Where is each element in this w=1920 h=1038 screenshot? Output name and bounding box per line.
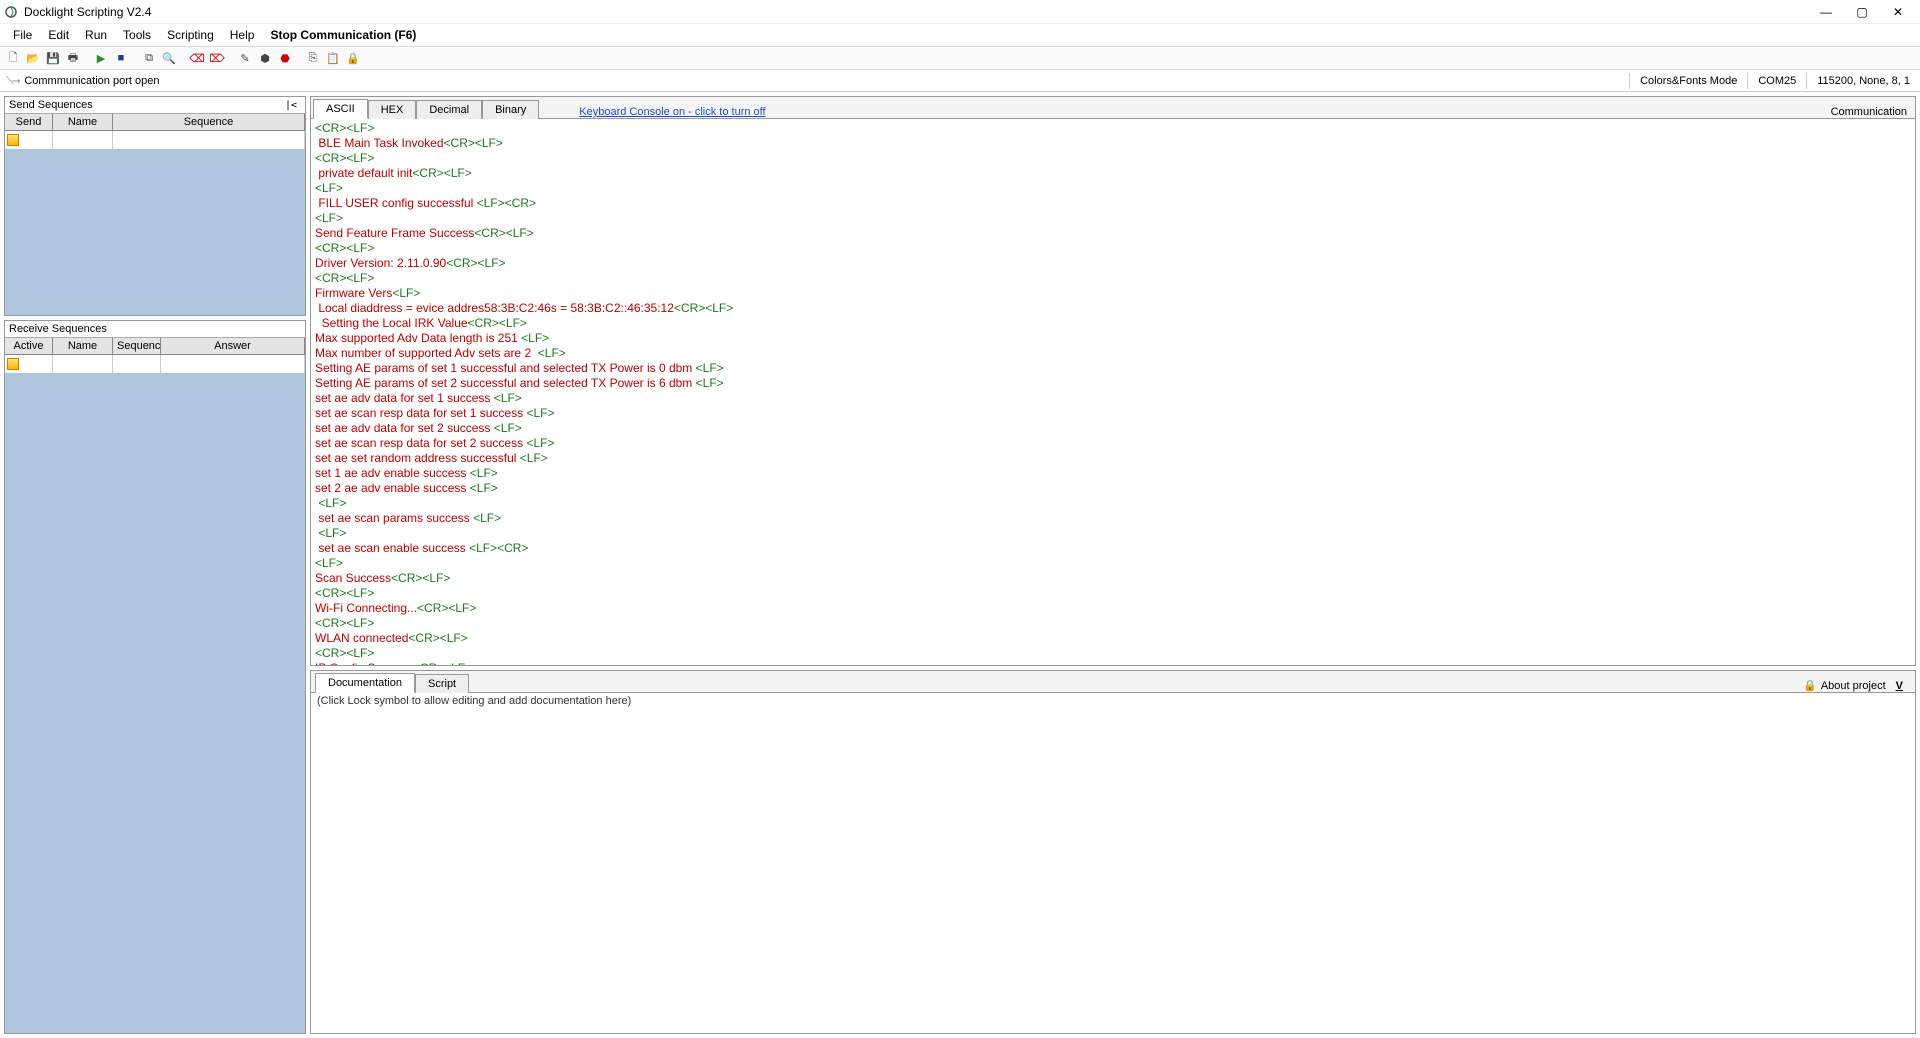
script-tool2-icon[interactable]: ⬢ (256, 49, 274, 67)
clear-tx-icon[interactable]: ⌦ (208, 49, 226, 67)
status-bar: ⟍⟶ Commmunication port open Colors&Fonts… (0, 70, 1920, 92)
stop-icon[interactable]: ■ (112, 49, 130, 67)
toolbar: 🗋 📂 💾 🖶 ▶ ■ ⧉ 🔍 ⌫ ⌦ ✎ ⬢ ⬣ ⎘ 📋 🔒 (0, 46, 1920, 70)
recv-col-sequence: Sequence (113, 338, 161, 354)
about-project-label[interactable]: About project (1821, 680, 1886, 692)
keyboard-console-link[interactable]: Keyboard Console on - click to turn off (579, 106, 765, 118)
lock-toolbar-icon[interactable]: 🔒 (344, 49, 362, 67)
communication-panel: ASCII HEX Decimal Binary Keyboard Consol… (310, 96, 1916, 666)
send-col-sequence: Sequence (113, 114, 305, 130)
send-sequences-title: Send Sequences (9, 99, 281, 111)
recv-col-name: Name (53, 338, 113, 354)
left-column: Send Sequences |< Send Name Sequence Rec… (0, 92, 310, 1038)
tab-documentation[interactable]: Documentation (315, 673, 415, 693)
search-icon[interactable]: 🔍 (160, 49, 178, 67)
menu-run[interactable]: Run (78, 26, 114, 44)
recv-header-row: Active Name Sequence Answer (5, 338, 305, 355)
menu-edit[interactable]: Edit (41, 26, 76, 44)
comm-settings-icon[interactable]: ⧉ (140, 49, 158, 67)
tab-decimal[interactable]: Decimal (416, 100, 482, 119)
menu-scripting[interactable]: Scripting (160, 26, 221, 44)
status-text: Commmunication port open (24, 75, 159, 87)
status-mode[interactable]: Colors&Fonts Mode (1629, 73, 1747, 89)
tab-hex[interactable]: HEX (368, 100, 417, 119)
recv-row[interactable] (5, 355, 305, 373)
print-icon[interactable]: 🖶 (64, 49, 82, 67)
send-col-send: Send (5, 114, 53, 130)
about-letter[interactable]: V (1890, 680, 1903, 692)
menu-help[interactable]: Help (223, 26, 262, 44)
menu-tools[interactable]: Tools (116, 26, 158, 44)
app-icon (4, 5, 18, 19)
send-sequences-panel: Send Sequences |< Send Name Sequence (4, 96, 306, 316)
send-row[interactable] (5, 131, 305, 149)
documentation-body[interactable]: (Click Lock symbol to allow editing and … (311, 693, 1915, 1033)
receive-sequences-panel: Receive Sequences Active Name Sequence A… (4, 320, 306, 1034)
right-column: ASCII HEX Decimal Binary Keyboard Consol… (310, 92, 1920, 1038)
menu-stop-communication[interactable]: Stop Communication (F6) (263, 26, 423, 44)
new-icon[interactable]: 🗋 (4, 49, 22, 67)
tab-script[interactable]: Script (415, 674, 469, 693)
menu-file[interactable]: File (6, 26, 39, 44)
collapse-send-icon[interactable]: |< (281, 100, 301, 111)
recv-row-icon[interactable] (7, 358, 19, 370)
status-baud[interactable]: 115200, None, 8, 1 (1806, 73, 1920, 89)
minimize-button[interactable]: — (1808, 1, 1844, 23)
paste-icon[interactable]: 📋 (324, 49, 342, 67)
open-icon[interactable]: 📂 (24, 49, 42, 67)
send-header-row: Send Name Sequence (5, 114, 305, 131)
send-row-icon[interactable] (7, 134, 19, 146)
documentation-panel: Documentation Script 🔒 About project V (… (310, 670, 1916, 1034)
play-icon[interactable]: ▶ (92, 49, 110, 67)
recv-col-answer: Answer (161, 338, 305, 354)
main-area: Send Sequences |< Send Name Sequence Rec… (0, 92, 1920, 1038)
save-icon[interactable]: 💾 (44, 49, 62, 67)
status-arrow-icon: ⟍⟶ (6, 74, 18, 88)
maximize-button[interactable]: ▢ (1844, 1, 1880, 23)
copy-icon[interactable]: ⎘ (304, 49, 322, 67)
recv-col-active: Active (5, 338, 53, 354)
comm-tabs: ASCII HEX Decimal Binary Keyboard Consol… (311, 97, 1915, 119)
clear-rx-icon[interactable]: ⌫ (188, 49, 206, 67)
tab-ascii[interactable]: ASCII (313, 99, 368, 119)
receive-sequences-title: Receive Sequences (9, 323, 301, 335)
close-button[interactable]: ✕ (1880, 1, 1916, 23)
script-tool3-icon[interactable]: ⬣ (276, 49, 294, 67)
terminal-output[interactable]: <CR><LF> BLE Main Task Invoked<CR><LF> <… (311, 119, 1915, 665)
menu-bar: File Edit Run Tools Scripting Help Stop … (0, 24, 1920, 46)
window-title: Docklight Scripting V2.4 (24, 5, 151, 19)
script-tool1-icon[interactable]: ✎ (236, 49, 254, 67)
lock-icon[interactable]: 🔒 (1803, 679, 1817, 692)
title-bar: Docklight Scripting V2.4 — ▢ ✕ (0, 0, 1920, 24)
communication-label: Communication (1823, 106, 1915, 118)
send-col-name: Name (53, 114, 113, 130)
status-port[interactable]: COM25 (1747, 73, 1806, 89)
tab-binary[interactable]: Binary (482, 100, 539, 119)
